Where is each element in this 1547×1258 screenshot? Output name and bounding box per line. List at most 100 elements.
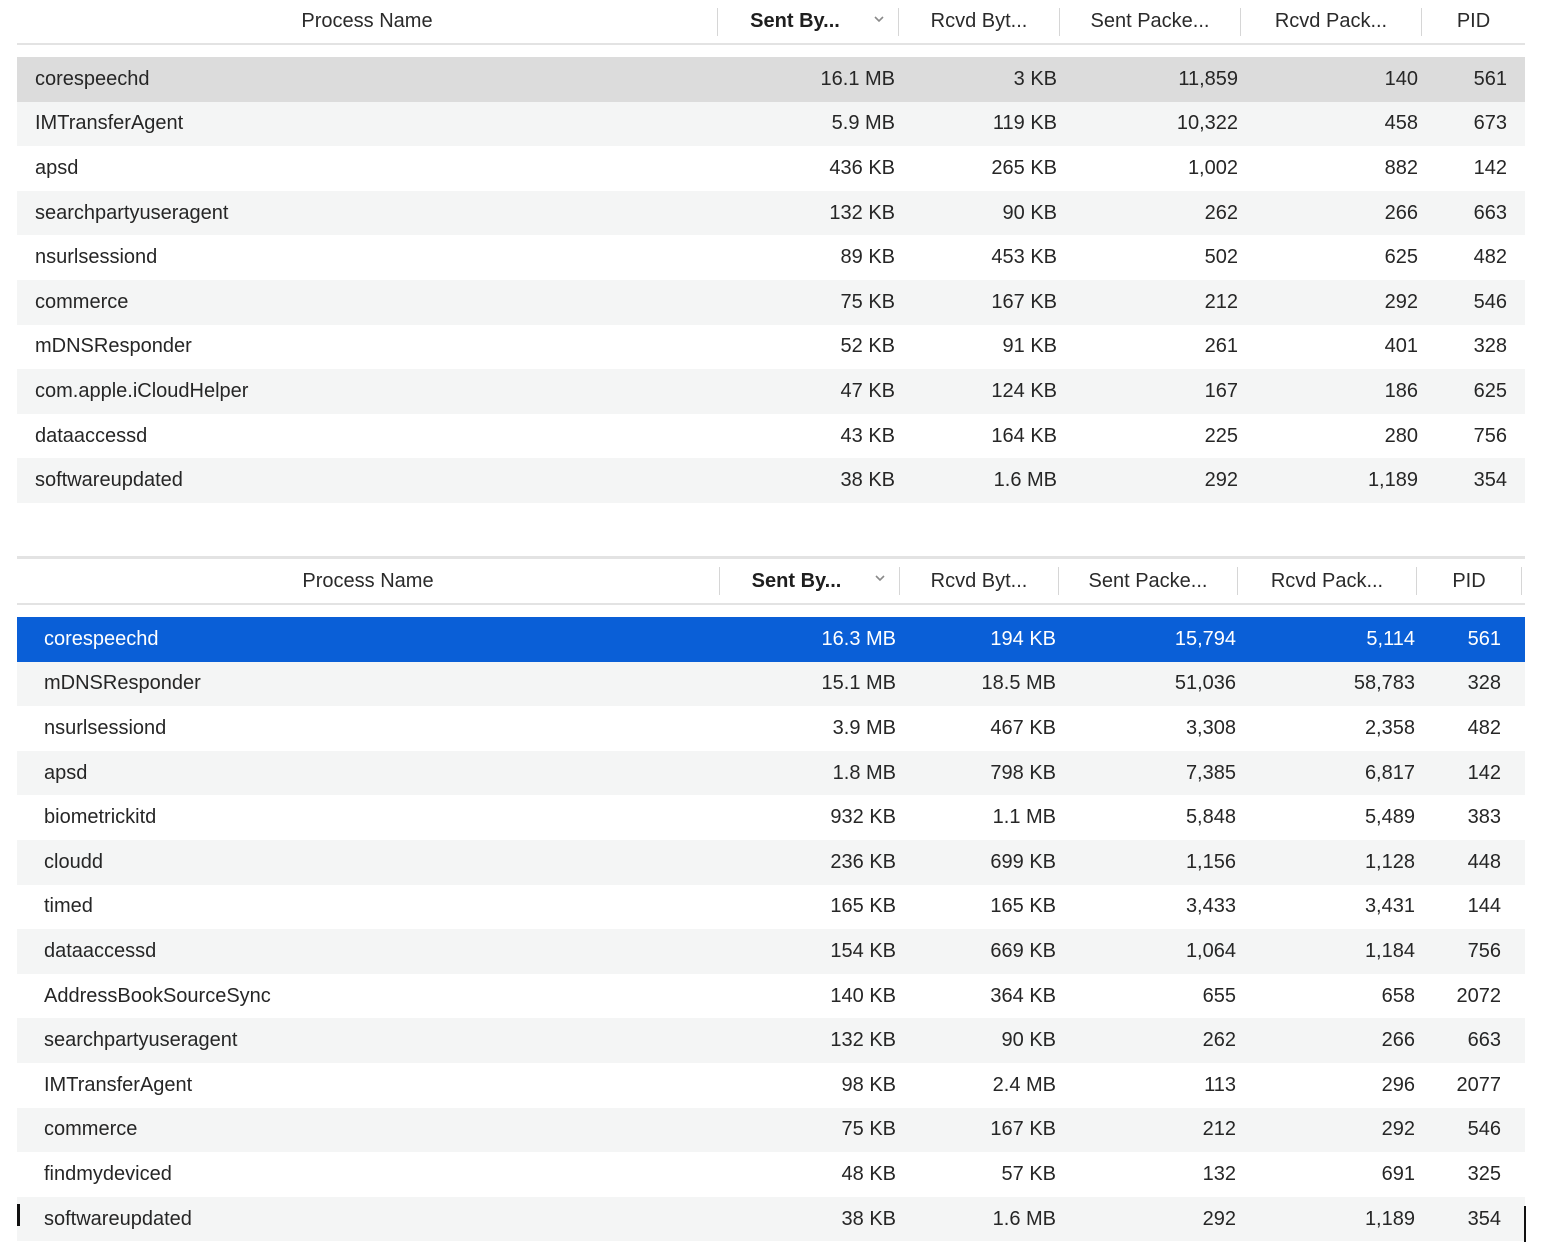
table-row[interactable]: mDNSResponder 15.1 MB 18.5 MB 51,036 58,783 3… <box>17 661 1525 707</box>
sent-packets-cell: 212 <box>1204 290 1238 313</box>
sent-bytes-cell: 132 KB <box>830 1029 896 1052</box>
process-name-cell: softwareupdated <box>35 469 183 492</box>
column-header-label: Sent Packe... <box>1090 10 1210 32</box>
column-header-rcvd-packets[interactable]: Rcvd Pack... <box>1241 0 1421 43</box>
table-row[interactable]: biometrickitd 932 KB 1.1 MB 5,848 5,489 383 <box>17 795 1525 840</box>
pid-cell: 142 <box>1473 156 1507 179</box>
column-header-rcvd-packets[interactable]: Rcvd Pack... <box>1238 559 1416 603</box>
table-row[interactable]: IMTransferAgent 98 KB 2.4 MB 113 296 2077 <box>17 1063 1525 1108</box>
sent-bytes-cell: 436 KB <box>829 156 895 179</box>
rcvd-packets-cell: 296 <box>1381 1073 1415 1096</box>
table-row[interactable]: searchpartyuseragent 132 KB 90 KB 262 266 663 <box>17 190 1525 236</box>
process-name-cell: commerce <box>35 290 129 313</box>
rcvd-bytes-cell: 119 KB <box>992 112 1057 135</box>
table-row[interactable]: searchpartyuseragent 132 KB 90 KB 262 266 663 <box>17 1018 1525 1063</box>
column-header-rcvd-bytes[interactable]: Rcvd Byt... <box>900 559 1058 603</box>
column-header-sent-packets[interactable]: Sent Packe... <box>1060 0 1240 43</box>
column-header-label: Sent Packe... <box>1088 569 1208 592</box>
sent-packets-cell: 3,308 <box>1185 716 1236 739</box>
table-row[interactable]: AddressBookSourceSync 140 KB 364 KB 655 658 2… <box>17 974 1525 1019</box>
process-name-cell: corespeechd <box>44 627 159 650</box>
sent-bytes-cell: 132 KB <box>829 201 895 224</box>
rcvd-packets-cell: 186 <box>1384 379 1418 402</box>
pid-cell: 546 <box>1467 1118 1501 1141</box>
rcvd-bytes-cell: 2.4 MB <box>992 1073 1056 1096</box>
pid-cell: 625 <box>1473 379 1507 402</box>
sent-bytes-cell: 38 KB <box>841 1207 896 1230</box>
rcvd-packets-cell: 6,817 <box>1364 761 1415 784</box>
table-row[interactable]: com.apple.iCloudHelper 47 KB 124 KB 167 186 6… <box>17 369 1525 414</box>
rcvd-packets-cell: 1,184 <box>1364 939 1415 962</box>
column-header-sent-packets[interactable]: Sent Packe... <box>1059 559 1237 603</box>
pid-cell: 142 <box>1467 761 1501 784</box>
table-row[interactable]: mDNSResponder 52 KB 91 KB 261 401 328 <box>17 325 1525 370</box>
process-name-cell: cloudd <box>44 850 103 873</box>
sent-packets-cell: 1,002 <box>1187 156 1238 179</box>
rcvd-bytes-cell: 165 KB <box>990 895 1056 918</box>
table-row[interactable]: commerce 75 KB 167 KB 212 292 546 <box>17 1107 1525 1153</box>
rcvd-bytes-cell: 90 KB <box>1002 201 1057 224</box>
rcvd-packets-cell: 401 <box>1384 335 1418 358</box>
pid-cell: 482 <box>1473 246 1507 269</box>
sent-bytes-cell: 154 KB <box>830 939 896 962</box>
table-row[interactable]: corespeechd 16.1 MB 3 KB 11,859 140 561 <box>17 57 1525 102</box>
column-divider[interactable] <box>1521 567 1522 595</box>
rcvd-bytes-cell: 91 KB <box>1002 335 1057 358</box>
table-row[interactable]: corespeechd 16.3 MB 194 KB 15,794 5,114 561 <box>17 617 1525 662</box>
rcvd-bytes-cell: 1.6 MB <box>992 1207 1056 1230</box>
column-header-pid[interactable]: PID <box>1422 0 1525 43</box>
pid-cell: 2072 <box>1456 984 1502 1007</box>
process-name-cell: nsurlsessiond <box>35 246 158 269</box>
pid-cell: 663 <box>1473 201 1507 224</box>
rcvd-packets-cell: 1,189 <box>1367 469 1418 492</box>
table-row[interactable]: nsurlsessiond 3.9 MB 467 KB 3,308 2,358 482 <box>17 706 1525 751</box>
table-row[interactable]: apsd 436 KB 265 KB 1,002 882 142 <box>17 146 1525 191</box>
sent-packets-cell: 212 <box>1202 1118 1236 1141</box>
process-name-cell: findmydeviced <box>44 1162 172 1185</box>
pid-cell: 2077 <box>1456 1073 1502 1096</box>
sent-bytes-cell: 932 KB <box>830 806 896 829</box>
table-row[interactable]: softwareupdated 38 KB 1.6 MB 292 1,189 354 <box>17 1196 1525 1242</box>
rcvd-bytes-cell: 453 KB <box>991 246 1057 269</box>
rcvd-bytes-cell: 699 KB <box>990 850 1056 873</box>
rcvd-packets-cell: 458 <box>1384 112 1418 135</box>
process-name-cell: apsd <box>35 156 79 179</box>
sent-bytes-cell: 89 KB <box>840 246 895 269</box>
rcvd-bytes-cell: 467 KB <box>990 716 1056 739</box>
table-row[interactable]: softwareupdated 38 KB 1.6 MB 292 1,189 354 <box>17 458 1525 503</box>
sent-packets-cell: 225 <box>1204 424 1238 447</box>
sent-packets-cell: 502 <box>1204 246 1238 269</box>
table-row[interactable]: apsd 1.8 MB 798 KB 7,385 6,817 142 <box>17 750 1525 796</box>
sent-bytes-cell: 16.1 MB <box>820 67 895 90</box>
table-body: corespeechd 16.3 MB 194 KB 15,794 5,114 561 mD… <box>17 617 1525 1242</box>
table-row[interactable]: timed 165 KB 165 KB 3,433 3,431 144 <box>17 885 1525 930</box>
sent-packets-cell: 292 <box>1202 1207 1236 1230</box>
table-row[interactable]: cloudd 236 KB 699 KB 1,156 1,128 448 <box>17 839 1525 885</box>
sent-packets-cell: 262 <box>1202 1029 1236 1052</box>
column-header-sent-bytes[interactable]: Sent By... <box>720 559 899 603</box>
table-row[interactable]: dataaccessd 154 KB 669 KB 1,064 1,184 756 <box>17 929 1525 974</box>
table-row[interactable]: IMTransferAgent 5.9 MB 119 KB 10,322 458 673 <box>17 101 1525 147</box>
column-header-pid[interactable]: PID <box>1417 559 1521 603</box>
process-name-cell: mDNSResponder <box>35 335 192 358</box>
column-header-sent-bytes[interactable]: Sent By... <box>718 0 898 43</box>
sent-packets-cell: 1,156 <box>1185 850 1236 873</box>
process-name-cell: AddressBookSourceSync <box>44 984 271 1007</box>
table-row[interactable]: dataaccessd 43 KB 164 KB 225 280 756 <box>17 414 1525 459</box>
sent-bytes-cell: 5.9 MB <box>831 112 895 135</box>
column-header-process-name[interactable]: Process Name <box>17 0 717 43</box>
table-row[interactable]: commerce 75 KB 167 KB 212 292 546 <box>17 279 1525 325</box>
sent-bytes-cell: 3.9 MB <box>832 716 896 739</box>
sent-packets-cell: 3,433 <box>1185 895 1236 918</box>
sent-packets-cell: 261 <box>1204 335 1238 358</box>
table-row[interactable]: nsurlsessiond 89 KB 453 KB 502 625 482 <box>17 235 1525 280</box>
sent-bytes-cell: 165 KB <box>830 895 896 918</box>
column-header-process-name[interactable]: Process Name <box>17 559 719 603</box>
sent-bytes-cell: 52 KB <box>840 335 895 358</box>
column-header-rcvd-bytes[interactable]: Rcvd Byt... <box>899 0 1059 43</box>
table-row[interactable]: findmydeviced 48 KB 57 KB 132 691 325 <box>17 1152 1525 1197</box>
process-name-cell: softwareupdated <box>44 1207 192 1230</box>
pid-cell: 663 <box>1467 1029 1501 1052</box>
process-name-cell: apsd <box>44 761 88 784</box>
process-name-cell: dataaccessd <box>35 424 148 447</box>
